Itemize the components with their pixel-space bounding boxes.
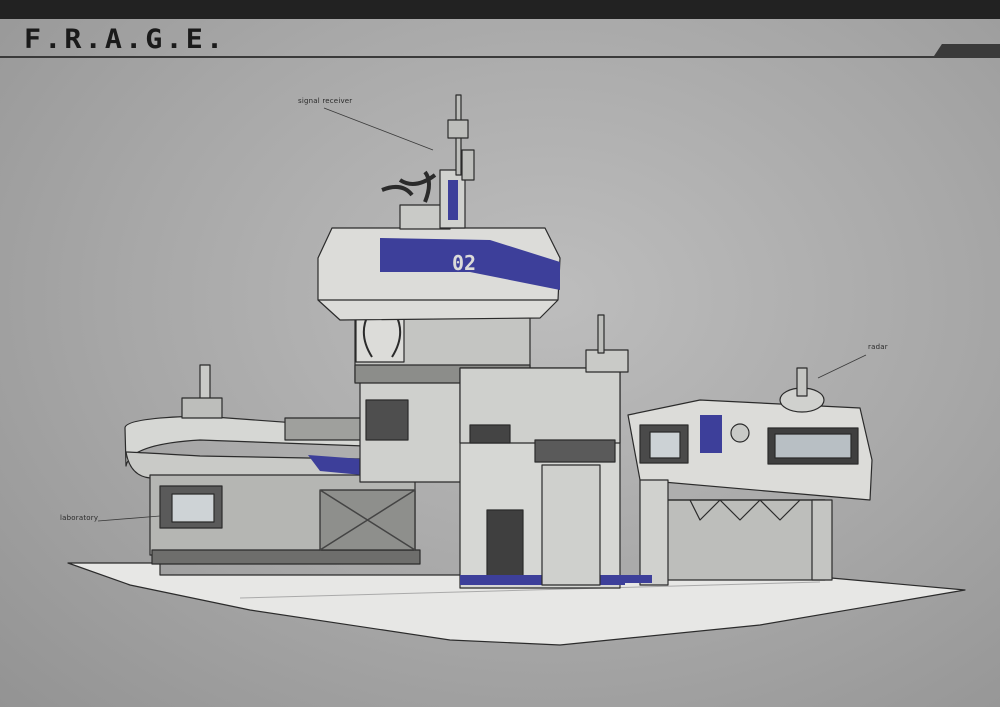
callout-laboratory: laboratory <box>60 514 99 522</box>
radar-leader <box>817 354 867 379</box>
hangar-bay <box>664 499 826 581</box>
callout-radar: radar <box>868 343 888 351</box>
module-number: 02 <box>452 251 476 275</box>
signal-receiver-leader <box>323 107 434 151</box>
callout-signal-receiver: signal receiver <box>298 97 353 105</box>
base-illustration: 02 <box>67 94 966 646</box>
signal-receiver-antenna <box>381 94 475 230</box>
central-door <box>486 509 524 581</box>
lab-chimney <box>199 364 211 401</box>
